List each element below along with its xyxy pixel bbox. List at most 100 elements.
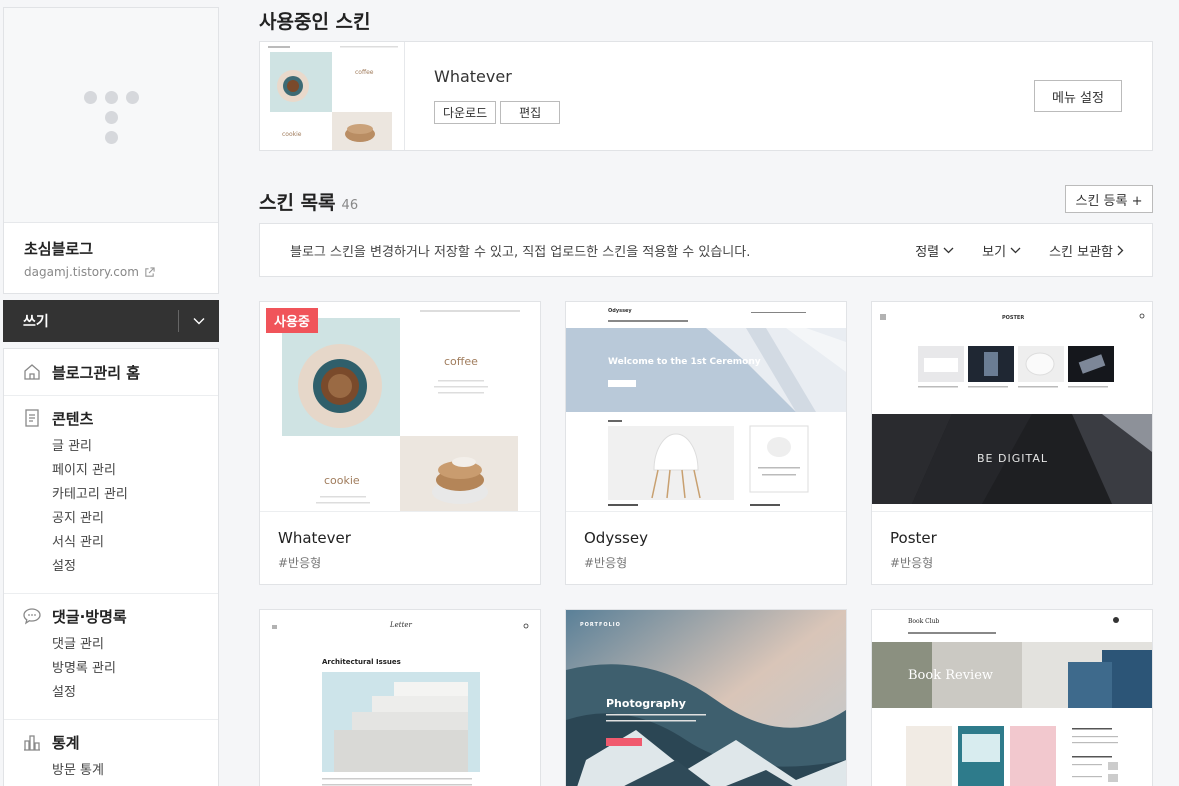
skin-thumbnail: PORTFOLIO Photography [566,610,846,786]
skin-name: Odyssey [584,529,648,547]
submenu-page-manage[interactable]: 페이지 관리 [52,459,218,483]
menu-item-stats[interactable]: 통계 [4,731,218,753]
skin-info-text: 블로그 스킨을 변경하거나 저장할 수 있고, 직접 업로드한 스킨을 적용할 … [290,244,751,260]
skin-info-bar: 블로그 스킨을 변경하거나 저장할 수 있고, 직접 업로드한 스킨을 적용할 … [259,223,1153,277]
chevron-right-icon [1117,245,1124,255]
current-skin-name: Whatever [434,67,512,86]
current-skin-card: coffee cookie Whatever 다운로드 편집 메뉴 설정 [259,41,1153,151]
register-skin-button[interactable]: 스킨 등록 + [1065,185,1153,213]
download-button[interactable]: 다운로드 [434,101,497,124]
whatever-thumb-top-text: coffee [444,355,478,368]
current-skin-title: 사용중인 스킨 [259,11,371,33]
chevron-down-icon [943,247,954,253]
skin-tag: #반응형 [278,556,322,570]
sidebar: 초심블로그 dagamj.tistory.com 쓰기 블로그관리 홈 콘텐츠 … [3,7,219,786]
current-skin-actions: 다운로드 편집 [434,101,561,124]
menu-contents-label: 콘텐츠 [52,409,94,428]
skin-thumbnail: Odyssey Welcome to the 1st Ceremony [566,302,846,512]
poster-thumb-logo: POSTER [1002,315,1024,321]
bar-chart-icon [24,735,40,751]
menu-section-stats: 통계 방문 통계 [4,720,218,786]
view-dropdown[interactable]: 보기 [982,241,1021,260]
skin-card-letter[interactable]: Letter Architectural Issues [259,609,541,786]
skin-thumbnail: Book Club Book Review [872,610,1152,786]
submenu-post-manage[interactable]: 글 관리 [52,435,218,459]
sort-dropdown[interactable]: 정렬 [915,241,954,260]
write-bar: 쓰기 [3,300,219,342]
skin-thumbnail: POSTER BE DIGITAL [872,302,1152,512]
menu-item-contents[interactable]: 콘텐츠 [4,407,218,429]
bookclub-thumb-heading: Book Review [908,668,993,683]
skin-archive-link[interactable]: 스킨 보관함 [1049,241,1124,260]
blog-name: 초심블로그 [24,240,94,258]
skin-card-odyssey[interactable]: Odyssey Welcome to the 1st Ceremony Odys… [565,301,847,585]
skin-preview-image: PORTFOLIO Photography [566,610,846,786]
current-thumb-bottom-text: cookie [282,131,302,138]
submenu-notice-manage[interactable]: 공지 관리 [52,507,218,531]
letter-thumb-logo: Letter [389,621,413,629]
submenu-comment-manage[interactable]: 댓글 관리 [52,633,218,657]
menu-item-comments[interactable]: 댓글·방명록 [4,605,218,627]
skin-tag: #반응형 [584,556,628,570]
in-use-badge: 사용중 [266,308,318,333]
submenu-guestbook-manage[interactable]: 방명록 관리 [52,657,218,681]
skin-list-title: 스킨 목록 [259,192,336,214]
speech-bubble-icon [23,608,41,625]
whatever-thumb-bottom-text: cookie [324,474,360,487]
skin-list-header: 스킨 목록 46 [259,188,358,215]
skin-card-portfolio[interactable]: PORTFOLIO Photography [565,609,847,786]
submenu-visit-stats[interactable]: 방문 통계 [52,759,218,783]
poster-thumb-heading: BE DIGITAL [977,452,1048,465]
admin-menu: 블로그관리 홈 콘텐츠 글 관리 페이지 관리 카테고리 관리 공지 관리 서식… [3,348,219,786]
skin-tag: #반응형 [890,556,934,570]
skin-name: Whatever [278,529,351,547]
submenu-template-manage[interactable]: 서식 관리 [52,531,218,555]
skin-preview-image: Letter Architectural Issues [260,610,540,786]
edit-button[interactable]: 편집 [500,101,561,124]
sort-label: 정렬 [915,244,940,260]
current-thumb-top-text: coffee [355,69,374,76]
skin-card-whatever[interactable]: 사용중 coffee cookie Whatever #반응형 [259,301,541,585]
skin-preview-image: POSTER BE DIGITAL [872,302,1152,511]
menu-home-label: 블로그관리 홈 [52,363,141,382]
menu-section-comments: 댓글·방명록 댓글 관리 방명록 관리 설정 [4,594,218,720]
stats-submenu: 방문 통계 [4,759,218,783]
skin-preview-image: Book Club Book Review [872,610,1152,786]
chevron-down-icon [193,318,205,325]
blog-url-link[interactable]: dagamj.tistory.com [24,265,198,279]
skin-thumbnail: Letter Architectural Issues [260,610,540,786]
skin-card-bookclub[interactable]: Book Club Book Review [871,609,1153,786]
menu-comments-label: 댓글·방명록 [52,607,127,626]
chevron-down-icon [1010,247,1021,253]
menu-setting-button[interactable]: 메뉴 설정 [1034,80,1122,112]
archive-label: 스킨 보관함 [1049,244,1113,260]
profile-box: 초심블로그 dagamj.tistory.com [3,7,219,294]
view-label: 보기 [982,244,1007,260]
submenu-category-manage[interactable]: 카테고리 관리 [52,483,218,507]
skin-name: Poster [890,529,937,547]
skin-card-poster[interactable]: POSTER BE DIGITAL Poster #반응형 [871,301,1153,585]
skin-count: 46 [341,198,359,213]
current-skin-thumbnail: coffee cookie [260,42,405,150]
portfolio-thumb-logo: PORTFOLIO [580,622,621,628]
letter-thumb-heading: Architectural Issues [322,658,401,666]
menu-item-home[interactable]: 블로그관리 홈 [4,361,218,383]
submenu-comments-settings[interactable]: 설정 [52,681,218,705]
document-icon [25,409,39,427]
submenu-contents-settings[interactable]: 설정 [52,555,218,579]
home-icon [24,364,40,380]
skin-thumbnail: coffee cookie [260,302,540,512]
profile-image[interactable] [4,8,218,223]
write-button[interactable]: 쓰기 [3,300,178,342]
contents-submenu: 글 관리 페이지 관리 카테고리 관리 공지 관리 서식 관리 설정 [4,435,218,579]
write-dropdown-toggle[interactable] [179,300,219,342]
menu-section-home: 블로그관리 홈 [4,349,218,396]
tistory-logo-icon [84,91,144,151]
menu-section-contents: 콘텐츠 글 관리 페이지 관리 카테고리 관리 공지 관리 서식 관리 설정 [4,396,218,594]
menu-stats-label: 통계 [52,733,80,752]
portfolio-thumb-heading: Photography [606,697,686,710]
current-skin-preview-image: coffee cookie [260,42,404,150]
bookclub-thumb-logo: Book Club [908,618,940,625]
comments-submenu: 댓글 관리 방명록 관리 설정 [4,633,218,705]
odyssey-thumb-heading: Welcome to the 1st Ceremony [608,357,761,367]
